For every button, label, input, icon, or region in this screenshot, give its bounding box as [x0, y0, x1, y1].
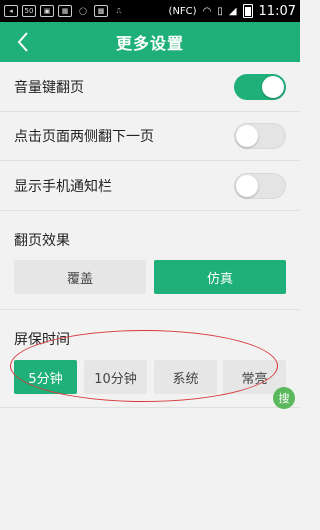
tap-sides-toggle[interactable]: [234, 123, 286, 149]
toggle-knob: [236, 174, 258, 197]
battery-icon: [242, 4, 253, 18]
toggle-knob: [262, 75, 284, 98]
setting-label: 点击页面两侧翻下一页: [14, 129, 154, 145]
header-bar: 更多设置: [0, 22, 300, 62]
sim-icon: ▯: [217, 5, 223, 17]
clock: 11:07: [258, 3, 296, 19]
status-bar: ◂ 50 ▣ ▦ ◯ ▩ ⎍ (NFC) ◠ ▯ ◢ 11:07: [0, 0, 300, 22]
volume-key-page-toggle[interactable]: [234, 73, 286, 100]
screen-saver-option-10min[interactable]: 10分钟: [84, 360, 147, 394]
app-notification-icon: ▣: [40, 5, 54, 17]
page-flip-option-simulation[interactable]: 仿真: [154, 260, 286, 294]
search-floating-button[interactable]: 搜: [273, 387, 295, 409]
toggle-knob: [236, 125, 258, 147]
search-notification-icon: ◯: [79, 7, 87, 15]
wifi-icon: ◠: [202, 5, 212, 17]
calendar-icon: ▦: [58, 5, 72, 17]
screen-saver-option-system[interactable]: 系统: [154, 360, 217, 394]
setting-label: 显示手机通知栏: [14, 178, 112, 195]
setting-label: 音量键翻页: [14, 79, 84, 96]
cell-signal-icon: ◢: [228, 5, 237, 17]
setting-row-notification-bar: 显示手机通知栏: [0, 161, 300, 211]
nfc-indicator: (NFC): [168, 5, 197, 17]
screen-saver-option-5min[interactable]: 5分钟: [14, 360, 77, 394]
back-arrow-icon: ◂: [4, 5, 18, 17]
back-button[interactable]: [8, 27, 38, 57]
setting-row-volume-key-page: 音量键翻页: [0, 62, 300, 112]
usb-icon: ⎍: [116, 6, 122, 15]
screen-saver-label: 屏保时间: [14, 332, 70, 348]
page-flip-label: 翻页效果: [14, 233, 70, 249]
notification-bar-toggle[interactable]: [234, 172, 286, 199]
setting-row-tap-sides: 点击页面两侧翻下一页: [0, 112, 300, 161]
page-title: 更多设置: [115, 34, 184, 53]
image-notification-icon: ▩: [94, 5, 108, 17]
chevron-left-icon: [17, 32, 28, 52]
page-flip-option-cover[interactable]: 覆盖: [14, 260, 146, 294]
screen-saver-section: 屏保时间 5分钟 10分钟 系统 常亮: [0, 310, 300, 408]
signal-badge-icon: 50: [22, 5, 36, 17]
page-flip-section: 翻页效果 覆盖 仿真: [0, 211, 300, 310]
